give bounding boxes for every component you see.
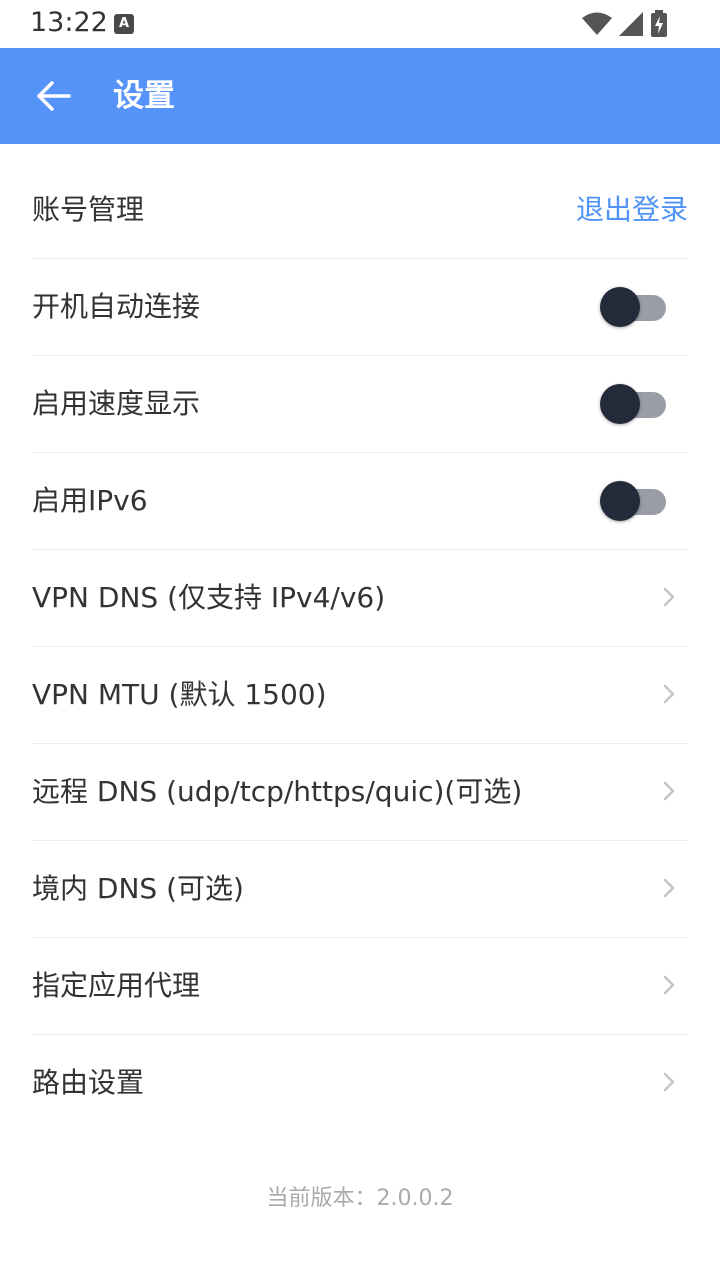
link-row-routing[interactable]: 路由设置	[32, 1035, 688, 1132]
wifi-icon	[582, 12, 612, 35]
account-row: 账号管理 退出登录	[32, 162, 688, 259]
status-icons	[582, 10, 668, 38]
vpn-mtu-label: VPN MTU (默认 1500)	[32, 678, 327, 711]
link-row-domestic-dns[interactable]: 境内 DNS (可选)	[32, 841, 688, 938]
chevron-right-icon	[663, 1072, 675, 1092]
version-text: 当前版本：2.0.0.2	[266, 1186, 454, 1211]
settings-list: 账号管理 退出登录 开机自动连接 启用速度显示 启用IPv6 VPN DNS (…	[32, 162, 688, 1132]
logout-button[interactable]: 退出登录	[576, 190, 688, 230]
chevron-right-icon	[663, 684, 675, 704]
link-row-vpn-mtu[interactable]: VPN MTU (默认 1500)	[32, 647, 688, 744]
link-row-vpn-dns[interactable]: VPN DNS (仅支持 IPv4/v6)	[32, 550, 688, 647]
arrow-back-icon	[37, 81, 71, 111]
auto-connect-label: 开机自动连接	[32, 290, 201, 323]
switch-knob	[600, 287, 640, 327]
back-button[interactable]	[22, 64, 86, 128]
chevron-right-icon	[663, 781, 675, 801]
status-bar: 13:22 A	[0, 0, 720, 48]
switch-knob	[600, 384, 640, 424]
chevron-right-icon	[663, 975, 675, 995]
link-row-remote-dns[interactable]: 远程 DNS (udp/tcp/https/quic)(可选)	[32, 744, 688, 841]
domestic-dns-label: 境内 DNS (可选)	[32, 872, 244, 905]
ipv6-switch[interactable]	[600, 479, 668, 523]
app-bar: 设置	[0, 48, 720, 144]
page-title: 设置	[113, 78, 175, 114]
switch-knob	[600, 481, 640, 521]
chevron-right-icon	[663, 587, 675, 607]
battery-charging-icon	[651, 10, 667, 37]
status-time: 13:22	[30, 7, 108, 38]
speed-display-switch[interactable]	[600, 382, 668, 426]
speed-display-label: 启用速度显示	[32, 387, 201, 420]
auto-connect-switch[interactable]	[600, 285, 668, 329]
link-row-app-proxy[interactable]: 指定应用代理	[32, 938, 688, 1035]
routing-label: 路由设置	[32, 1066, 145, 1099]
app-proxy-label: 指定应用代理	[32, 969, 201, 1002]
vpn-dns-label: VPN DNS (仅支持 IPv4/v6)	[32, 581, 386, 614]
account-label: 账号管理	[32, 193, 145, 226]
chevron-right-icon	[663, 878, 675, 898]
remote-dns-label: 远程 DNS (udp/tcp/https/quic)(可选)	[32, 775, 523, 808]
cell-signal-icon	[619, 12, 643, 36]
toggle-row-ipv6[interactable]: 启用IPv6	[32, 453, 688, 550]
notification-a-icon: A	[114, 14, 134, 34]
toggle-row-auto-connect[interactable]: 开机自动连接	[32, 259, 688, 356]
toggle-row-speed-display[interactable]: 启用速度显示	[32, 356, 688, 453]
ipv6-label: 启用IPv6	[32, 484, 148, 517]
